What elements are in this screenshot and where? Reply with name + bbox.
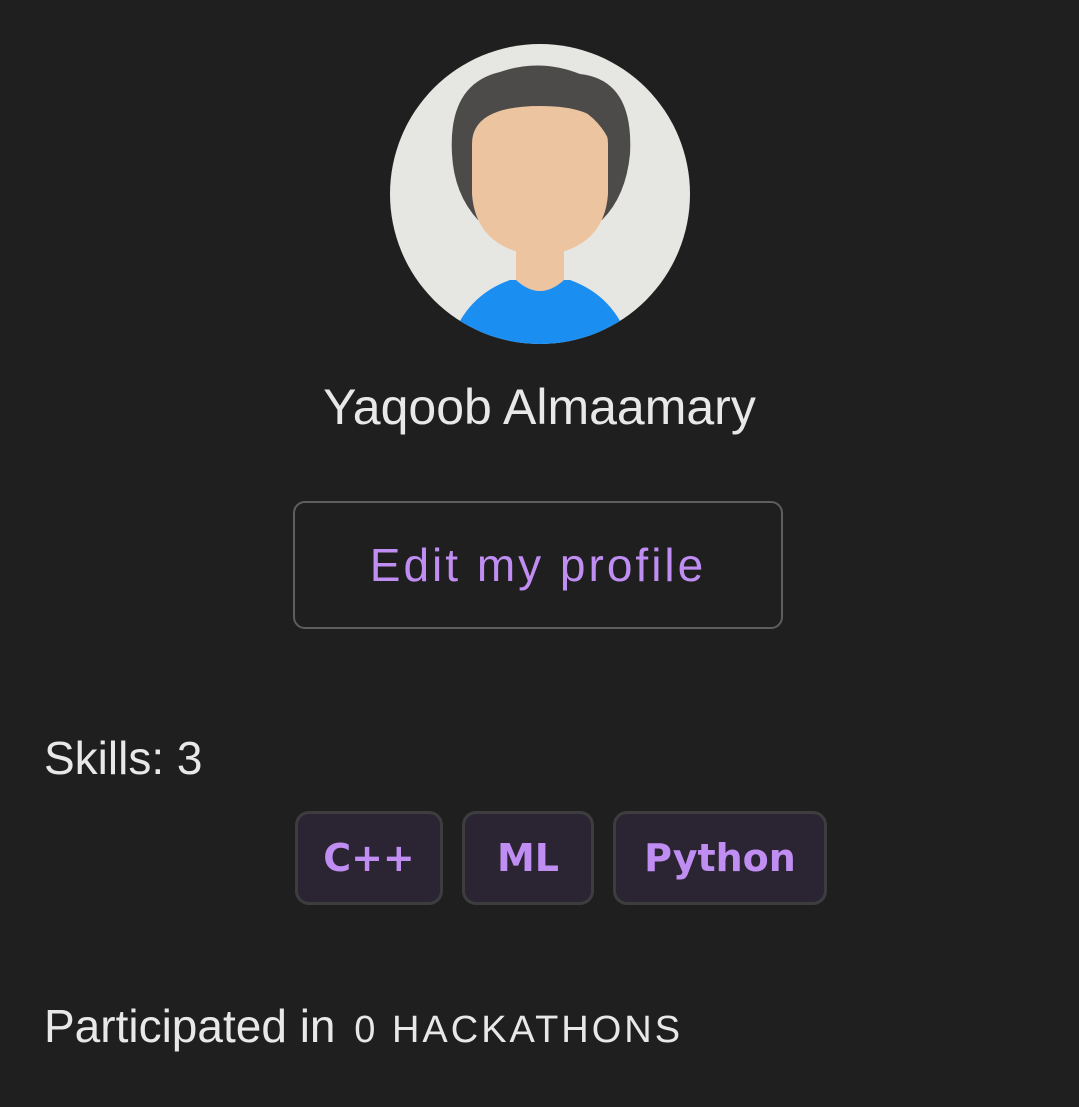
skills-heading: Skills: 3: [44, 732, 203, 784]
skill-chip-python[interactable]: Python: [613, 811, 827, 905]
user-name: Yaqoob Almaamary: [323, 379, 756, 435]
skill-chip-cpp[interactable]: C++: [295, 811, 443, 905]
user-avatar-icon: [390, 44, 690, 344]
skill-chip-ml[interactable]: ML: [462, 811, 594, 905]
edit-profile-button[interactable]: Edit my profile: [293, 501, 783, 629]
hackathon-count: 0 HACKATHONS: [354, 1009, 684, 1051]
hackathon-participation: Participated in 0 HACKATHONS: [44, 998, 683, 1058]
profile-avatar: [390, 44, 690, 344]
participation-label: Participated in: [44, 1000, 336, 1052]
